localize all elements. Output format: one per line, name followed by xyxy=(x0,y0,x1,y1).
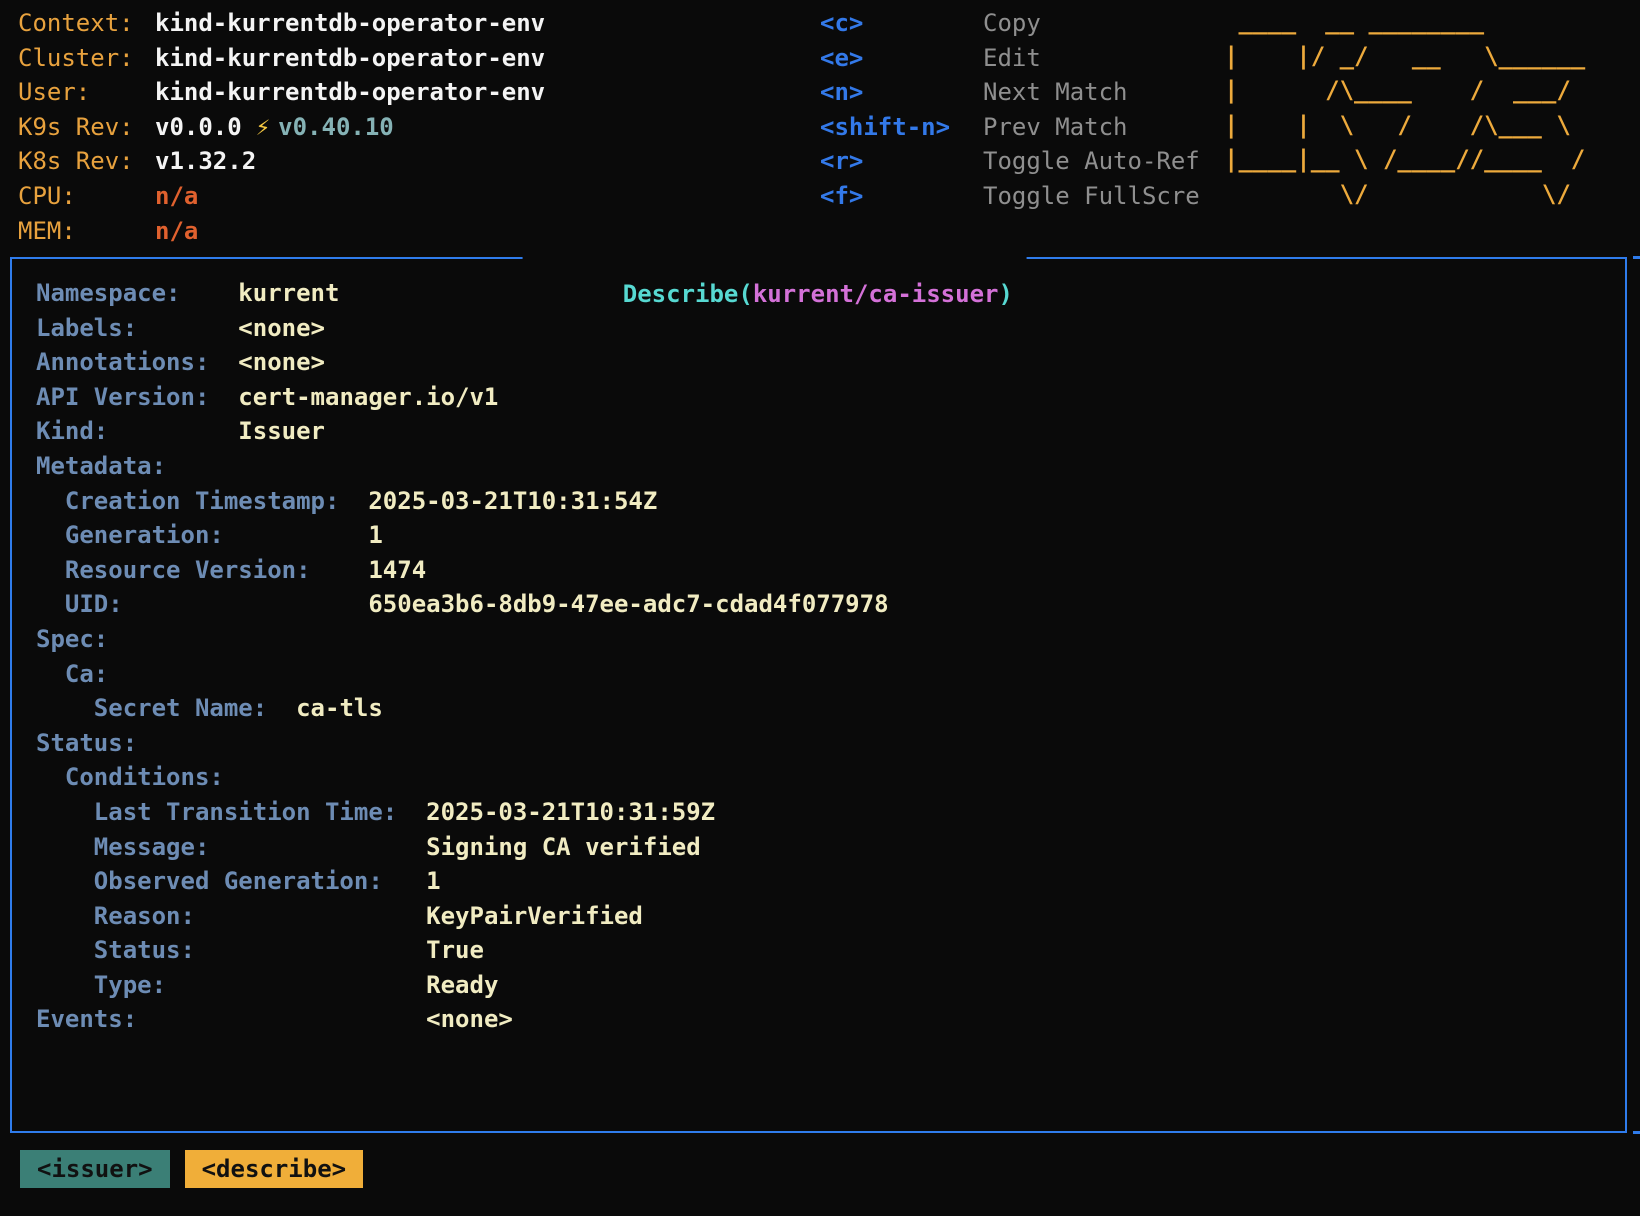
info-row-k9s-rev: K9s Rev: v0.0.0 ⚡v0.40.10 xyxy=(18,110,545,145)
logo-line: |____|__ \ /____//____ / xyxy=(1224,142,1585,177)
user-label: User: xyxy=(18,75,155,110)
k9s-screen: Context: kind-kurrentdb-operator-env Clu… xyxy=(0,0,1640,1216)
describe-line-generation: Generation: 1 xyxy=(36,518,1625,553)
describe-line-observed-generation: Observed Generation: 1 xyxy=(36,864,1625,899)
k9s-logo-icon: ____ __ ________ | |/ _/ __ \______ | /\… xyxy=(1224,4,1585,212)
k9s-rev-value: v0.0.0 xyxy=(155,110,242,145)
describe-line-type: Type: Ready xyxy=(36,968,1625,1003)
border-edge-tick-top xyxy=(1633,256,1640,259)
describe-line-status: Status: xyxy=(36,726,1625,761)
describe-line-condition-status: Status: True xyxy=(36,933,1625,968)
describe-line-reason: Reason: KeyPairVerified xyxy=(36,899,1625,934)
logo-line: \/ \/ xyxy=(1224,177,1585,212)
shortcut-menu: <c>Copy <e>Edit <n>Next Match <shift-n>P… xyxy=(820,6,1200,214)
logo-line: | | \ / /\___ \ xyxy=(1224,108,1585,143)
shortcut-toggle-fullscreen[interactable]: <f>Toggle FullScre xyxy=(820,179,1200,214)
k9s-rev-label: K9s Rev: xyxy=(18,110,155,145)
describe-line-resource-version: Resource Version: 1474 xyxy=(36,553,1625,588)
describe-line-creation-timestamp: Creation Timestamp: 2025-03-21T10:31:54Z xyxy=(36,484,1625,519)
info-row-cluster: Cluster: kind-kurrentdb-operator-env xyxy=(18,41,545,76)
describe-line-annotations: Annotations: <none> xyxy=(36,345,1625,380)
info-row-context: Context: kind-kurrentdb-operator-env xyxy=(18,6,545,41)
shortcut-next-match-key: <n> xyxy=(820,75,983,110)
describe-panel[interactable]: Describe(kurrent/ca-issuer) Namespace: k… xyxy=(10,257,1627,1133)
k8s-rev-label: K8s Rev: xyxy=(18,144,155,179)
cluster-info: Context: kind-kurrentdb-operator-env Clu… xyxy=(18,6,545,248)
describe-line-namespace: Namespace: kurrent xyxy=(36,276,1625,311)
info-row-mem: MEM: n/a xyxy=(18,214,545,249)
shortcut-next-match[interactable]: <n>Next Match xyxy=(820,75,1200,110)
info-row-user: User: kind-kurrentdb-operator-env xyxy=(18,75,545,110)
describe-line-metadata: Metadata: xyxy=(36,449,1625,484)
logo-line: | |/ _/ __ \______ xyxy=(1224,39,1585,74)
border-edge-tick-bottom xyxy=(1633,1131,1640,1134)
shortcut-prev-match-action: Prev Match xyxy=(983,110,1128,145)
describe-line-conditions: Conditions: xyxy=(36,760,1625,795)
describe-line-events: Events: <none> xyxy=(36,1002,1625,1037)
mem-value: n/a xyxy=(155,214,198,249)
context-value: kind-kurrentdb-operator-env xyxy=(155,6,545,41)
describe-line-secret-name: Secret Name: ca-tls xyxy=(36,691,1625,726)
shortcut-next-match-action: Next Match xyxy=(983,75,1128,110)
describe-line-last-transition-time: Last Transition Time: 2025-03-21T10:31:5… xyxy=(36,795,1625,830)
crumb-describe[interactable]: <describe> xyxy=(185,1150,364,1188)
shortcut-toggle-autorefresh-action: Toggle Auto-Ref xyxy=(983,144,1200,179)
describe-line-ca: Ca: xyxy=(36,657,1625,692)
upgrade-bolt-icon: ⚡ xyxy=(256,110,270,145)
shortcut-toggle-autorefresh-key: <r> xyxy=(820,144,983,179)
shortcut-edit[interactable]: <e>Edit xyxy=(820,41,1200,76)
shortcut-edit-key: <e> xyxy=(820,41,983,76)
shortcut-edit-action: Edit xyxy=(983,41,1041,76)
describe-line-uid: UID: 650ea3b6-8db9-47ee-adc7-cdad4f07797… xyxy=(36,587,1625,622)
k8s-rev-value: v1.32.2 xyxy=(155,144,256,179)
crumb-issuer[interactable]: <issuer> xyxy=(20,1150,170,1188)
shortcut-prev-match[interactable]: <shift-n>Prev Match xyxy=(820,110,1200,145)
shortcut-copy-action: Copy xyxy=(983,6,1041,41)
describe-line-message: Message: Signing CA verified xyxy=(36,830,1625,865)
describe-content: Namespace: kurrent Labels: <none> Annota… xyxy=(12,259,1625,1131)
logo-line: ____ __ ________ xyxy=(1224,4,1585,39)
describe-line-spec: Spec: xyxy=(36,622,1625,657)
shortcut-copy[interactable]: <c>Copy xyxy=(820,6,1200,41)
describe-line-api-version: API Version: cert-manager.io/v1 xyxy=(36,380,1625,415)
describe-line-labels: Labels: <none> xyxy=(36,311,1625,346)
shortcut-prev-match-key: <shift-n> xyxy=(820,110,983,145)
k9s-upgrade-version: v0.40.10 xyxy=(278,110,394,145)
describe-line-kind: Kind: Issuer xyxy=(36,414,1625,449)
breadcrumb: <issuer> <describe> xyxy=(20,1150,363,1188)
cluster-value: kind-kurrentdb-operator-env xyxy=(155,41,545,76)
logo-line: | /\____ / ___/ xyxy=(1224,73,1585,108)
info-row-k8s-rev: K8s Rev: v1.32.2 xyxy=(18,144,545,179)
cpu-label: CPU: xyxy=(18,179,155,214)
shortcut-toggle-fullscreen-action: Toggle FullScre xyxy=(983,179,1200,214)
cluster-label: Cluster: xyxy=(18,41,155,76)
user-value: kind-kurrentdb-operator-env xyxy=(155,75,545,110)
context-label: Context: xyxy=(18,6,155,41)
shortcut-copy-key: <c> xyxy=(820,6,983,41)
cpu-value: n/a xyxy=(155,179,198,214)
mem-label: MEM: xyxy=(18,214,155,249)
info-row-cpu: CPU: n/a xyxy=(18,179,545,214)
shortcut-toggle-fullscreen-key: <f> xyxy=(820,179,983,214)
shortcut-toggle-autorefresh[interactable]: <r>Toggle Auto-Ref xyxy=(820,144,1200,179)
